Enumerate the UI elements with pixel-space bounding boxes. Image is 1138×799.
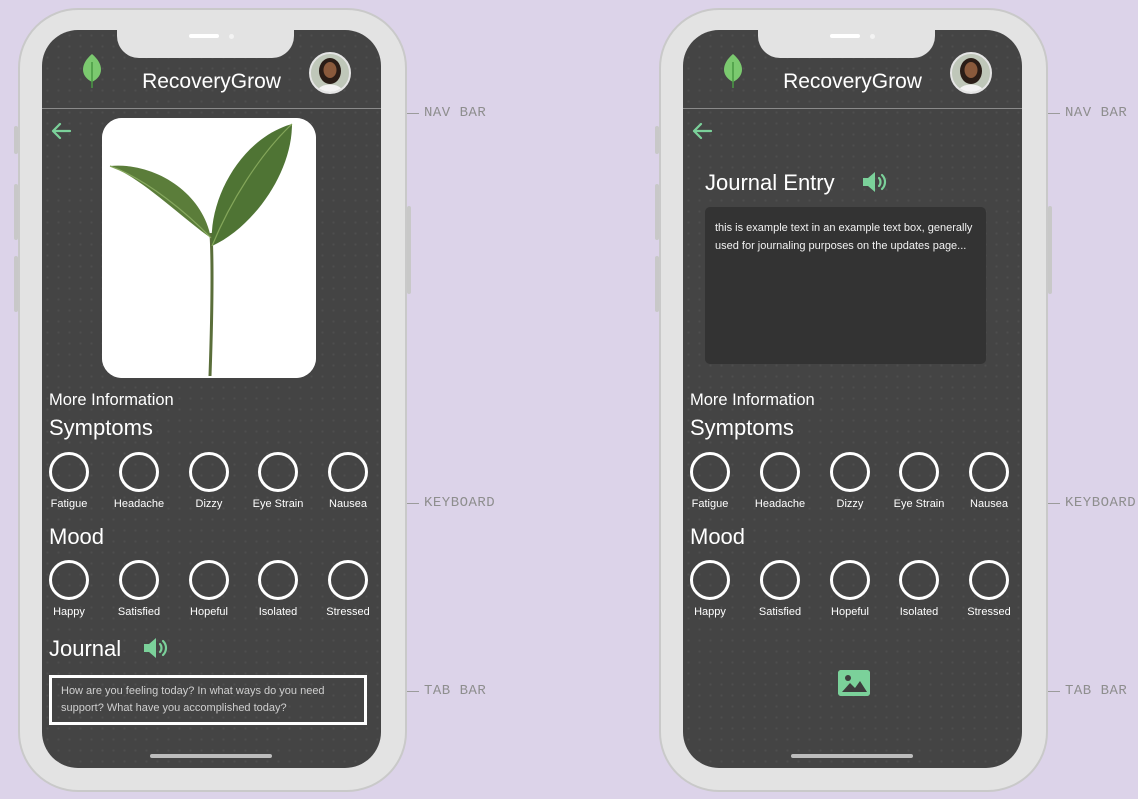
radio-circle[interactable] — [760, 452, 800, 492]
radio-circle[interactable] — [899, 560, 939, 600]
annotation-keyboard: KEYBOARD — [1048, 495, 1136, 511]
mood-title: Mood — [49, 524, 105, 549]
profile-photo — [952, 54, 990, 92]
radio-circle[interactable] — [49, 560, 89, 600]
mood-option[interactable]: Isolated — [243, 560, 313, 618]
journal-title: Journal — [49, 636, 122, 661]
plant-image — [102, 118, 316, 378]
radio-circle[interactable] — [119, 452, 159, 492]
home-indicator — [791, 754, 913, 758]
earpiece — [830, 34, 860, 38]
more-information-label: More Information — [49, 391, 174, 409]
home-indicator — [150, 754, 272, 758]
front-camera — [229, 34, 234, 39]
more-information-label: More Information — [690, 391, 815, 409]
mood-option[interactable]: Stressed — [954, 560, 1022, 618]
symptom-option[interactable]: Headache — [104, 452, 174, 510]
notch — [758, 30, 935, 58]
front-camera — [870, 34, 875, 39]
mood-option[interactable]: Hopeful — [174, 560, 244, 618]
side-button — [1048, 206, 1052, 294]
symptoms-row: Fatigue Headache Dizzy Eye Strain Nausea — [42, 452, 381, 512]
symptoms-title: Symptoms — [690, 415, 794, 440]
phone-mockup-left: RecoveryGrow More Information Symptoms F… — [14, 8, 411, 792]
side-button — [407, 206, 411, 294]
earpiece — [189, 34, 219, 38]
speaker-icon[interactable] — [861, 170, 891, 194]
symptom-option[interactable]: Eye Strain — [884, 452, 954, 510]
avatar[interactable] — [950, 52, 992, 94]
annotation-keyboard: KEYBOARD — [407, 495, 495, 511]
journal-entry-textbox[interactable]: this is example text in an example text … — [705, 207, 986, 364]
radio-circle[interactable] — [328, 560, 368, 600]
mood-row: Happy Satisfied Hopeful Isolated Stresse… — [42, 560, 381, 620]
symptoms-row: Fatigue Headache Dizzy Eye Strain Nausea — [683, 452, 1022, 512]
mood-option[interactable]: Satisfied — [104, 560, 174, 618]
back-arrow-icon[interactable] — [48, 121, 74, 141]
radio-circle[interactable] — [258, 560, 298, 600]
mood-title: Mood — [690, 524, 746, 549]
symptom-option[interactable]: Dizzy — [815, 452, 885, 510]
profile-photo — [311, 54, 349, 92]
mood-option[interactable]: Happy — [683, 560, 745, 618]
symptom-option[interactable]: Eye Strain — [243, 452, 313, 510]
radio-circle[interactable] — [189, 560, 229, 600]
radio-circle[interactable] — [189, 452, 229, 492]
radio-circle[interactable] — [969, 560, 1009, 600]
annotation-tab-bar: TAB BAR — [1048, 683, 1127, 699]
side-button — [14, 126, 18, 154]
mood-option[interactable]: Hopeful — [815, 560, 885, 618]
radio-circle[interactable] — [258, 452, 298, 492]
annotation-nav-bar: NAV BAR — [407, 105, 486, 121]
symptom-option[interactable]: Headache — [745, 452, 815, 510]
radio-circle[interactable] — [830, 560, 870, 600]
radio-circle[interactable] — [690, 560, 730, 600]
side-button — [14, 256, 18, 312]
journal-input[interactable]: How are you feeling today? In what ways … — [49, 675, 367, 725]
symptom-option[interactable]: Fatigue — [683, 452, 745, 510]
symptom-option[interactable]: Dizzy — [174, 452, 244, 510]
radio-circle[interactable] — [328, 452, 368, 492]
radio-circle[interactable] — [690, 452, 730, 492]
avatar[interactable] — [309, 52, 351, 94]
speaker-icon[interactable] — [142, 636, 172, 660]
symptom-option[interactable]: Nausea — [954, 452, 1022, 510]
symptom-option[interactable]: Nausea — [313, 452, 381, 510]
radio-circle[interactable] — [49, 452, 89, 492]
mood-option[interactable]: Stressed — [313, 560, 381, 618]
radio-circle[interactable] — [969, 452, 1009, 492]
side-button — [14, 184, 18, 240]
annotation-tab-bar: TAB BAR — [407, 683, 486, 699]
phone-mockup-right: RecoveryGrow Journal Entry this is examp… — [655, 8, 1052, 792]
symptom-option[interactable]: Fatigue — [42, 452, 104, 510]
screen: RecoveryGrow More Information Symptoms F… — [42, 30, 381, 768]
mood-option[interactable]: Happy — [42, 560, 104, 618]
mood-row: Happy Satisfied Hopeful Isolated Stresse… — [683, 560, 1022, 620]
radio-circle[interactable] — [830, 452, 870, 492]
side-button — [655, 256, 659, 312]
radio-circle[interactable] — [760, 560, 800, 600]
notch — [117, 30, 294, 58]
mood-option[interactable]: Isolated — [884, 560, 954, 618]
radio-circle[interactable] — [119, 560, 159, 600]
annotation-nav-bar: NAV BAR — [1048, 105, 1127, 121]
side-button — [655, 184, 659, 240]
screen: RecoveryGrow Journal Entry this is examp… — [683, 30, 1022, 768]
image-icon[interactable] — [838, 670, 870, 696]
mood-option[interactable]: Satisfied — [745, 560, 815, 618]
back-arrow-icon[interactable] — [689, 121, 715, 141]
radio-circle[interactable] — [899, 452, 939, 492]
symptoms-title: Symptoms — [49, 415, 153, 440]
side-button — [655, 126, 659, 154]
journal-entry-title: Journal Entry — [705, 170, 835, 195]
